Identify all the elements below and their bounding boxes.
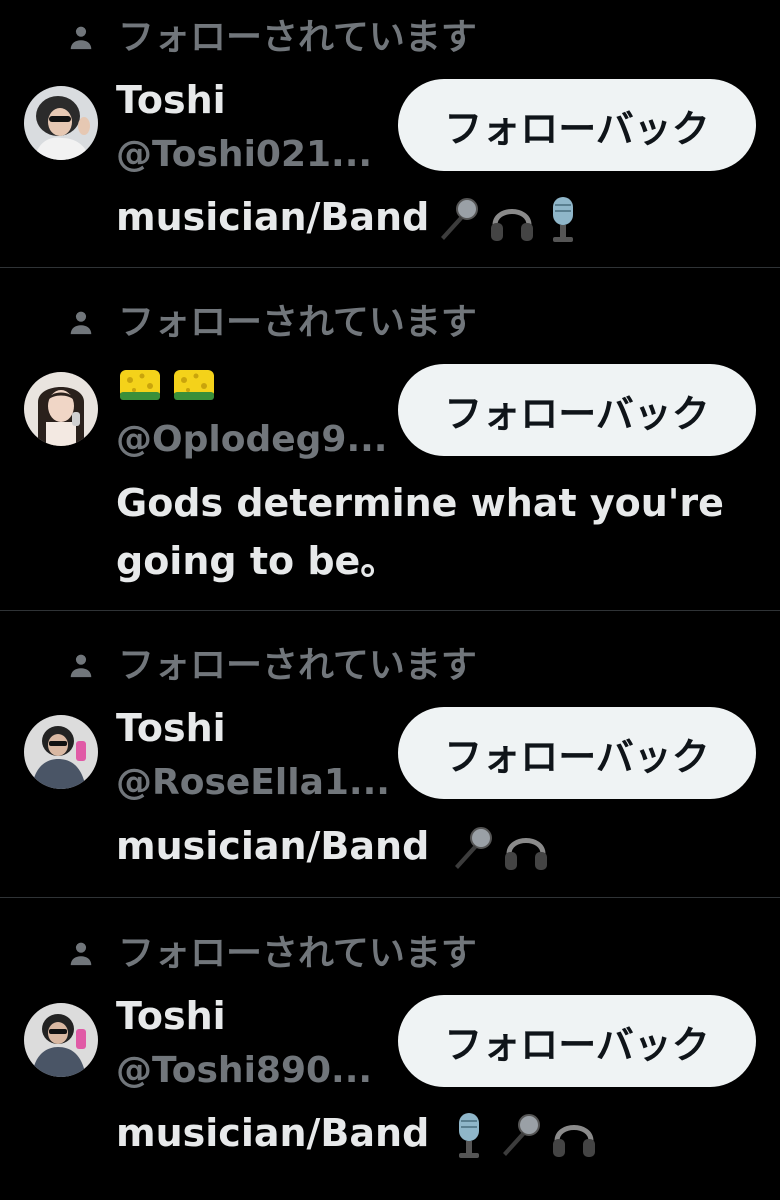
username[interactable]: @Oplodeg9... <box>116 422 387 458</box>
followers-list: フォローされています Toshi @Toshi021... フォローバック mu… <box>0 0 780 1200</box>
microphone-icon <box>495 1111 545 1161</box>
followed-you-text: フォローされています <box>118 933 477 974</box>
microphone-icon <box>433 195 483 245</box>
bio-text: musician/Band <box>116 1111 430 1155</box>
person-icon <box>62 19 100 57</box>
headphones-icon <box>501 824 551 874</box>
bio-line: Gods determine what you're <box>116 481 724 525</box>
person-icon <box>62 304 100 342</box>
username[interactable]: @RoseElla1... <box>116 765 390 801</box>
follow-back-button[interactable]: フォローバック <box>398 79 756 171</box>
followed-you-text: フォローされています <box>118 17 477 58</box>
studio-microphone-icon <box>447 1111 491 1161</box>
followed-you-text: フォローされています <box>118 302 477 343</box>
follow-back-button[interactable]: フォローバック <box>398 707 756 799</box>
follower-item[interactable]: フォローされています Toshi @RoseElla1... フォローバック m… <box>0 611 780 898</box>
followed-you-label: フォローされています <box>62 304 477 342</box>
headphones-icon <box>487 195 537 245</box>
follower-item[interactable]: フォローされています @Oplodeg9... フォローバック Gods det… <box>0 268 780 611</box>
bio-text: musician/Band <box>116 824 430 868</box>
bio: musician/Band <box>116 1104 736 1162</box>
headphones-icon <box>549 1111 599 1161</box>
bio: musician/Band <box>116 188 736 246</box>
follow-back-button[interactable]: フォローバック <box>398 364 756 456</box>
followed-you-text: フォローされています <box>118 645 477 686</box>
followed-you-label: フォローされています <box>62 647 477 685</box>
bio: musician/Band <box>116 817 736 875</box>
person-icon <box>62 647 100 685</box>
microphone-icon <box>447 824 497 874</box>
bio: Gods determine what you're going to be。 <box>116 474 736 590</box>
followed-you-label: フォローされています <box>62 19 477 57</box>
display-name[interactable] <box>116 364 218 408</box>
display-name[interactable]: Toshi <box>116 709 226 747</box>
sponge-icon <box>170 364 218 408</box>
username[interactable]: @Toshi021... <box>116 137 372 173</box>
studio-microphone-icon <box>541 195 585 245</box>
avatar[interactable] <box>24 715 98 789</box>
username[interactable]: @Toshi890... <box>116 1053 372 1089</box>
followed-you-label: フォローされています <box>62 935 477 973</box>
bio-line: going to be。 <box>116 539 399 583</box>
follower-item[interactable]: フォローされています Toshi @Toshi890... フォローバック mu… <box>0 898 780 1200</box>
person-icon <box>62 935 100 973</box>
display-name[interactable]: Toshi <box>116 997 226 1035</box>
bio-text: musician/Band <box>116 195 430 239</box>
sponge-icon <box>116 364 164 408</box>
follower-item[interactable]: フォローされています Toshi @Toshi021... フォローバック mu… <box>0 0 780 268</box>
follow-back-button[interactable]: フォローバック <box>398 995 756 1087</box>
avatar[interactable] <box>24 86 98 160</box>
avatar[interactable] <box>24 372 98 446</box>
avatar[interactable] <box>24 1003 98 1077</box>
display-name[interactable]: Toshi <box>116 81 226 119</box>
